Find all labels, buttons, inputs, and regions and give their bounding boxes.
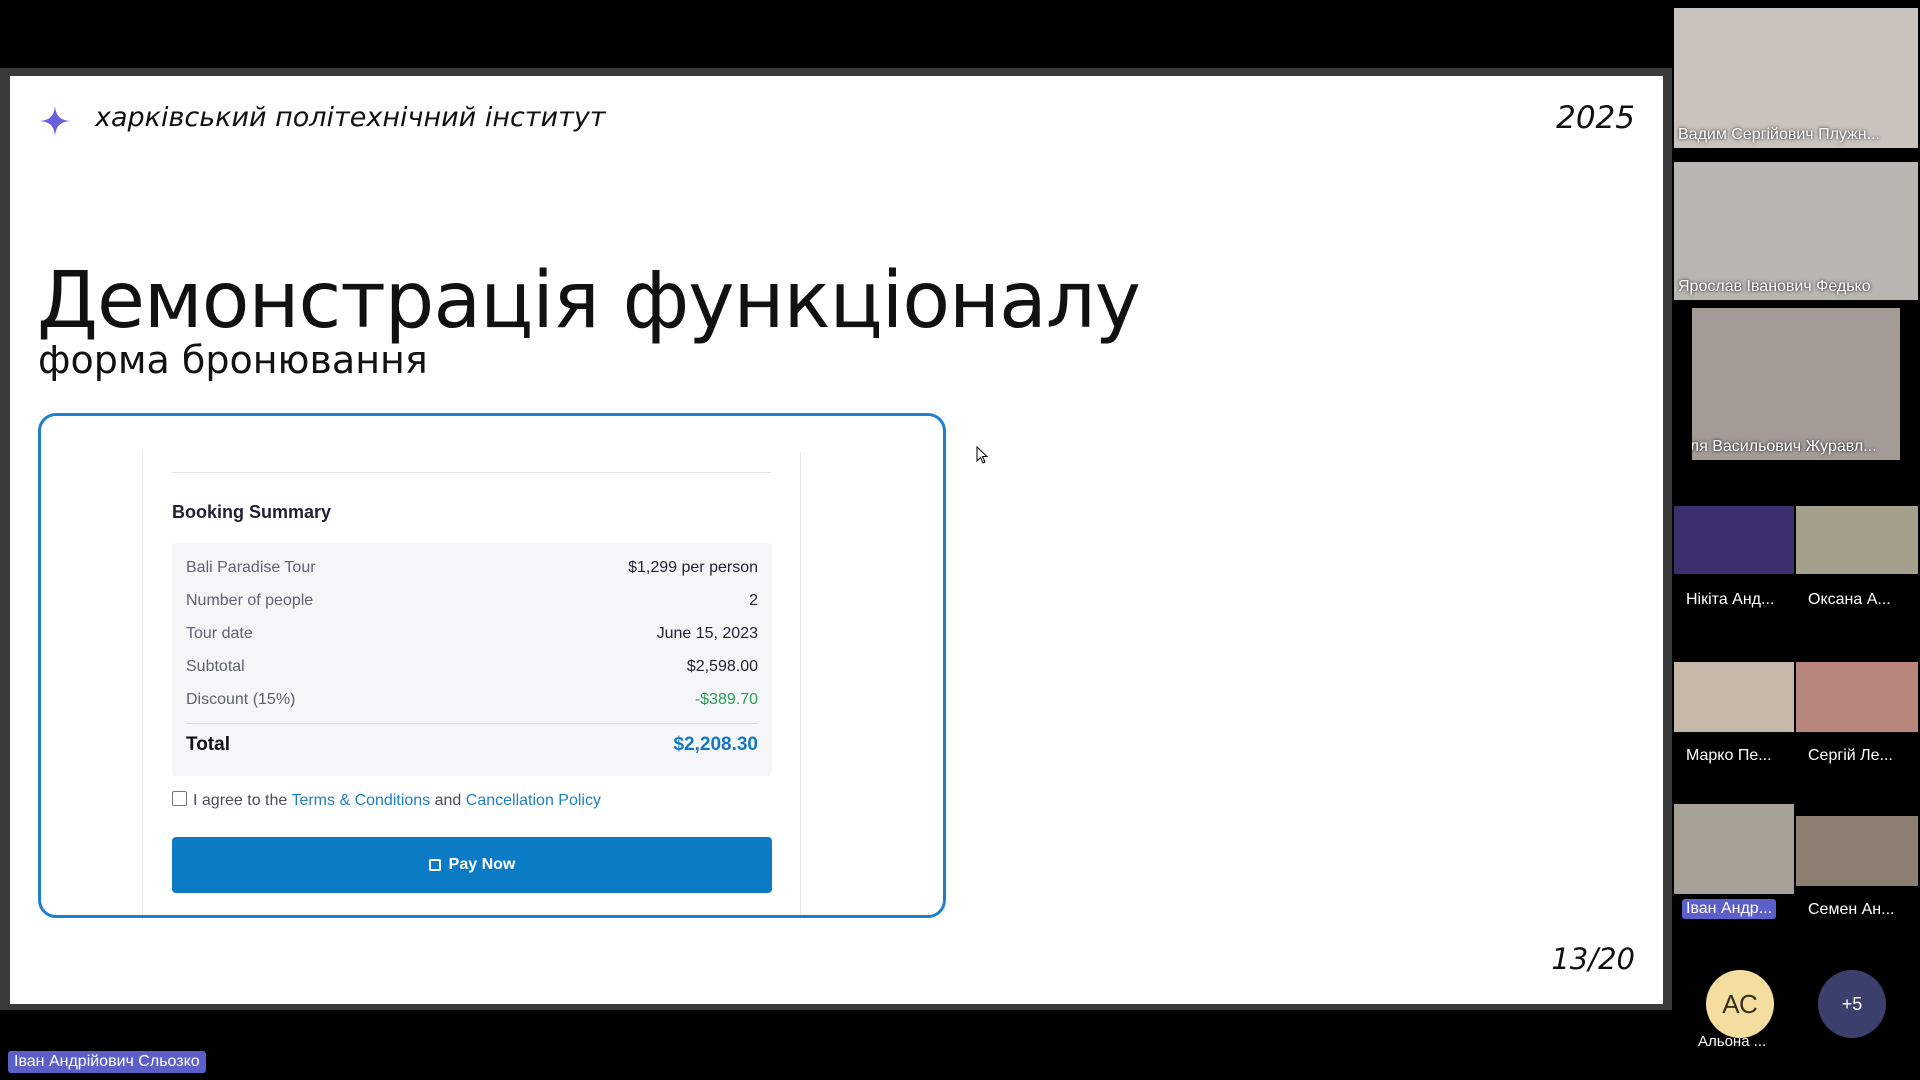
more-participants-button[interactable]: +5	[1818, 970, 1886, 1038]
mouse-cursor-icon	[976, 446, 988, 464]
row-label: Bali Paradise Tour	[186, 559, 316, 576]
pay-now-button[interactable]: Pay Now	[172, 837, 772, 893]
summary-row: Number of people 2	[186, 592, 758, 616]
participant-name: Нікіта Анд...	[1686, 591, 1775, 608]
slide-title: Демонстрація функціоналу	[37, 256, 1141, 346]
row-value: $1,299 per person	[628, 559, 758, 576]
terms-link[interactable]: Terms & Conditions	[291, 792, 430, 809]
summary-row: Bali Paradise Tour $1,299 per person	[186, 559, 758, 583]
avatar[interactable]: АС	[1706, 970, 1774, 1038]
divider	[171, 472, 771, 473]
video-tile[interactable]	[1674, 506, 1794, 574]
total-row: Total $2,208.30	[186, 734, 758, 758]
video-tile[interactable]	[1796, 662, 1918, 732]
booking-summary-box: Bali Paradise Tour $1,299 per person Num…	[172, 543, 772, 776]
video-tile[interactable]	[1796, 816, 1918, 886]
participant-name: Марко Пе...	[1686, 747, 1772, 764]
active-speaker-label: Іван Андрійович Сльозко	[8, 1051, 206, 1073]
discount-value: -$389.70	[694, 691, 758, 708]
video-tile[interactable]: Ярослав Іванович Федько	[1674, 162, 1918, 300]
agree-and: and	[434, 792, 462, 809]
booking-form: Booking Summary Bali Paradise Tour $1,29…	[142, 452, 801, 915]
video-tile[interactable]: Вадим Сергійович Плужн...	[1674, 8, 1918, 148]
slide-subtitle: форма бронювання	[38, 338, 428, 382]
participants-panel: Вадим Сергійович Плужн... Ярослав Іванов…	[1672, 0, 1920, 1080]
row-value: 2	[749, 592, 758, 609]
row-value: $2,598.00	[686, 658, 758, 675]
total-value: $2,208.30	[673, 734, 758, 755]
summary-row: Subtotal $2,598.00	[186, 658, 758, 682]
presentation-slide: харківський політехнічний інститут 2025 …	[10, 76, 1663, 1004]
sparkle-icon	[40, 106, 70, 136]
total-label: Total	[186, 734, 230, 755]
row-label: Tour date	[186, 625, 253, 642]
total-divider	[186, 723, 758, 724]
slide-year: 2025	[1556, 100, 1635, 136]
video-tile[interactable]	[1674, 662, 1794, 732]
agree-prefix: I agree to the	[193, 792, 288, 809]
summary-row: Tour date June 15, 2023	[186, 625, 758, 649]
agree-checkbox[interactable]	[172, 791, 187, 806]
row-label: Discount (15%)	[186, 691, 296, 708]
video-tile[interactable]	[1674, 804, 1794, 894]
cancellation-link[interactable]: Cancellation Policy	[466, 792, 601, 809]
participant-name: Альона ...	[1698, 1033, 1767, 1050]
payment-icon	[428, 859, 441, 871]
video-tile[interactable]: Ілля Васильович Журавл...	[1692, 308, 1900, 460]
booking-screenshot-card: Booking Summary Bali Paradise Tour $1,29…	[38, 413, 946, 918]
participant-name: Семен Ан...	[1808, 901, 1895, 918]
agree-terms-row: I agree to the Terms & Conditions and Ca…	[172, 791, 601, 811]
participant-name-active: Іван Андр...	[1682, 899, 1777, 919]
meeting-top-bar	[0, 0, 1672, 68]
pay-now-label: Pay Now	[448, 856, 516, 873]
participant-name: Вадим Сергійович Плужн...	[1678, 126, 1880, 143]
participant-name: Ярослав Іванович Федько	[1678, 278, 1871, 295]
video-tile[interactable]	[1796, 506, 1918, 574]
booking-summary-heading: Booking Summary	[172, 502, 332, 522]
row-value: June 15, 2023	[656, 625, 758, 642]
slide-page-number: 13/20	[1551, 942, 1635, 976]
row-label: Number of people	[186, 592, 314, 609]
institute-name: харківський політехнічний інститут	[95, 102, 606, 133]
participant-name: Ілля Васильович Журавл...	[1692, 438, 1877, 455]
participant-name: Оксана А...	[1808, 591, 1891, 608]
participant-name: Сергій Ле...	[1808, 747, 1893, 764]
row-label: Subtotal	[186, 658, 245, 675]
summary-row: Discount (15%) -$389.70	[186, 691, 758, 715]
